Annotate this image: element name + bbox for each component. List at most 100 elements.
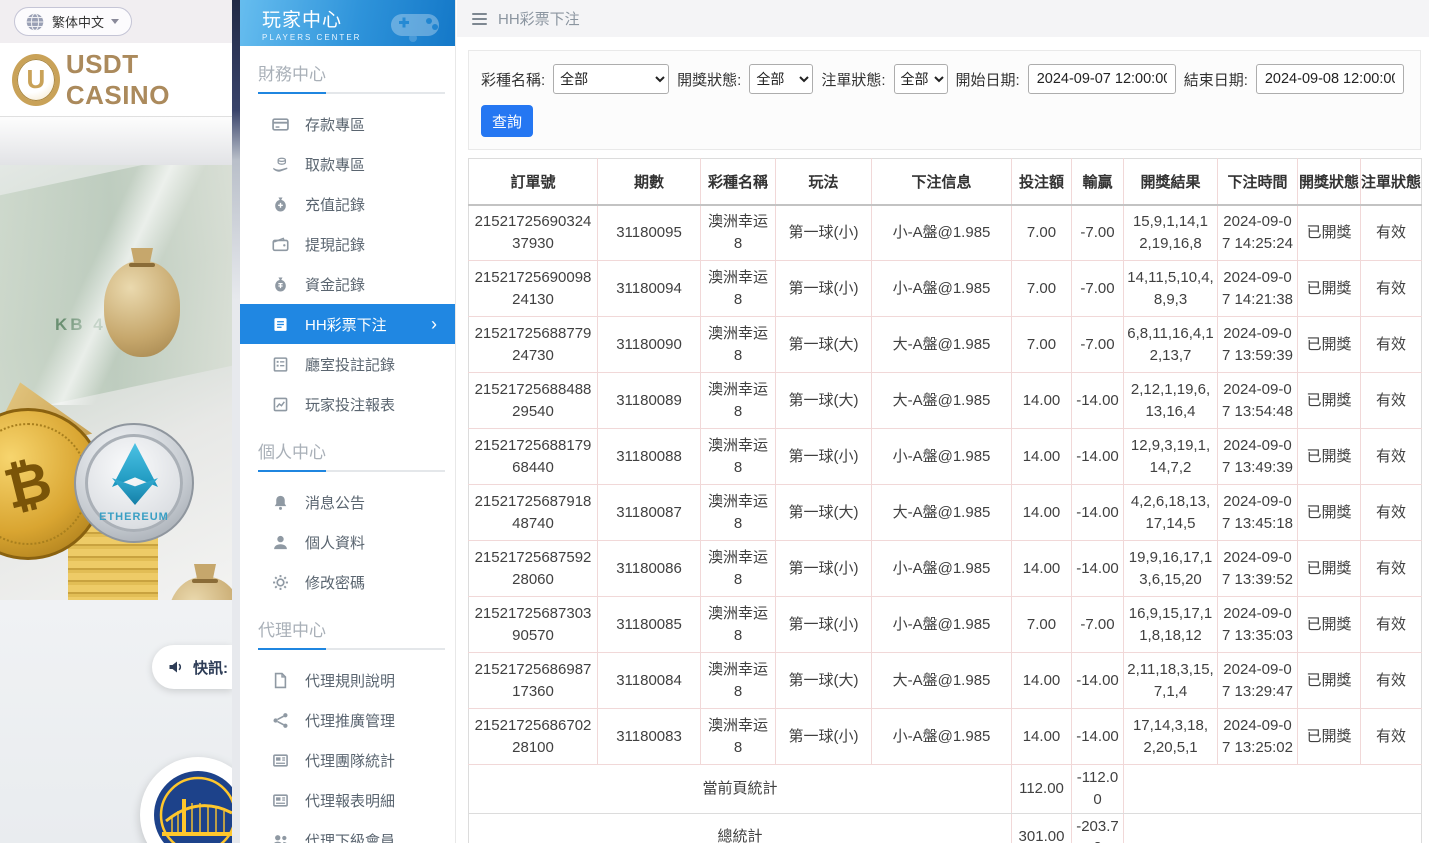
sidebar-item-funds-bag[interactable]: 資金記錄 (240, 264, 455, 304)
table-cell: 7.00 (1012, 317, 1072, 373)
end-date-label: 結束日期: (1184, 69, 1248, 90)
end-date-input[interactable] (1256, 64, 1404, 94)
sidebar-section: 代理中心代理規則說明代理推廣管理代理團隊統計代理報表明細代理下級會員 (240, 616, 455, 843)
table-cell: 4,2,6,18,13,17,14,5 (1124, 485, 1218, 541)
table-cell: 第一球(小) (776, 205, 872, 261)
app-root: 繁体中文 U USDT CASINO KB 46279 ₿ (0, 0, 1429, 843)
lottery-name-select[interactable]: 全部 (553, 64, 669, 94)
sidebar-header: 玩家中心 PLAYERS CENTER (240, 0, 455, 46)
ethereum-label: ETHEREUM (76, 511, 192, 523)
table-cell: 有效 (1361, 485, 1422, 541)
table-cell: 有效 (1361, 709, 1422, 765)
sidebar-item-label: 修改密碼 (305, 572, 365, 593)
sidebar-item-agent-members-users[interactable]: 代理下級會員 (240, 820, 455, 843)
table-cell: 已開獎 (1298, 317, 1361, 373)
sidebar-item-recharge-bag[interactable]: 充值記錄 (240, 184, 455, 224)
sidebar-item-deposit-card[interactable]: 存款專區 (240, 104, 455, 144)
table-cell: 有效 (1361, 261, 1422, 317)
sidebar-item-label: 玩家投注報表 (305, 394, 395, 415)
table-cell: 有效 (1361, 429, 1422, 485)
table-header-row: 訂單號期數彩種名稱玩法下注信息投注額輸贏開獎結果下注時間開獎狀態注單狀態 (469, 159, 1422, 205)
sidebar-item-agent-report-detail[interactable]: 代理報表明細 (240, 780, 455, 820)
table-cell: 6,8,11,16,4,12,13,7 (1124, 317, 1218, 373)
sidebar-item-agent-rules-doc[interactable]: 代理規則說明 (240, 660, 455, 700)
table-cell: 大-A盤@1.985 (872, 373, 1012, 429)
promo-banner-image: KB 46279 ₿ ETHEREUM (0, 165, 232, 600)
table-cell: 小-A盤@1.985 (872, 709, 1012, 765)
table-cell: -7.00 (1072, 597, 1124, 653)
room-bet-record-icon (272, 356, 289, 373)
table-cell: 14.00 (1012, 709, 1072, 765)
table-cell: 2024-09-07 14:21:38 (1218, 261, 1298, 317)
table-cell: 澳洲幸运8 (701, 709, 776, 765)
table-row: 215217256887792473031180090澳洲幸运8第一球(大)大-… (469, 317, 1422, 373)
language-selector[interactable]: 繁体中文 (14, 7, 132, 36)
sidebar-item-room-bet-record[interactable]: 廳室投註記錄 (240, 344, 455, 384)
sidebar-item-password-gear[interactable]: 修改密碼 (240, 562, 455, 602)
start-date-input[interactable] (1028, 64, 1176, 94)
draw-status-select[interactable]: 全部 (749, 64, 813, 94)
money-bag-graphic (104, 261, 180, 357)
table-cell: 第一球(小) (776, 429, 872, 485)
table-cell: 31180083 (598, 709, 701, 765)
sidebar-item-lottery-bet[interactable]: HH彩票下注› (240, 304, 455, 344)
column-header: 彩種名稱 (701, 159, 776, 205)
globe-icon (25, 12, 45, 32)
table-cell: 2152172568877924730 (469, 317, 598, 373)
agent-members-users-icon (272, 832, 289, 843)
table-cell: 已開獎 (1298, 541, 1361, 597)
table-cell: 澳洲幸运8 (701, 373, 776, 429)
table-cell: 2024-09-07 13:54:48 (1218, 373, 1298, 429)
query-button[interactable]: 查詢 (481, 105, 533, 137)
table-cell: 2152172568698717360 (469, 653, 598, 709)
table-cell: 2152172568759228060 (469, 541, 598, 597)
sidebar-section-title: 財務中心 (258, 60, 437, 85)
floating-service-badge[interactable] (140, 757, 232, 843)
summary-row: 當前頁統計112.00-112.00 (469, 765, 1422, 814)
table-cell: 小-A盤@1.985 (872, 205, 1012, 261)
sidebar-item-label: 代理下級會員 (305, 830, 395, 843)
order-status-select[interactable]: 全部 (894, 64, 948, 94)
sidebar-item-player-report[interactable]: 玩家投注報表 (240, 384, 455, 424)
sidebar-item-label: 代理團隊統計 (305, 750, 395, 771)
table-cell: 14.00 (1012, 485, 1072, 541)
sidebar-item-label: 取款專區 (305, 154, 365, 175)
table-cell: 31180090 (598, 317, 701, 373)
chevron-right-icon: › (431, 315, 437, 333)
sidebar-section: 財務中心存款專區取款專區充值記錄提現記錄資金記錄HH彩票下注› 廳室投註記錄玩家投… (240, 60, 455, 424)
table-row: 215217256875922806031180086澳洲幸运8第一球(小)小-… (469, 541, 1422, 597)
summary-bet-total: 301.00 (1012, 813, 1072, 843)
sidebar-item-withdraw-hand[interactable]: 取款專區 (240, 144, 455, 184)
table-cell: -14.00 (1072, 485, 1124, 541)
sidebar-section: 個人中心消息公告個人資料修改密碼 (240, 438, 455, 602)
gamepad-icon (385, 4, 445, 46)
start-date-label: 開始日期: (956, 69, 1020, 90)
table-cell: 澳洲幸运8 (701, 205, 776, 261)
speaker-icon (168, 659, 185, 675)
profile-user-icon (272, 534, 289, 551)
sidebar-item-label: 充值記錄 (305, 194, 365, 215)
agent-promo-share-icon (272, 712, 289, 729)
table-cell: -7.00 (1072, 205, 1124, 261)
table-cell: 大-A盤@1.985 (872, 317, 1012, 373)
table-cell: 2024-09-07 13:35:03 (1218, 597, 1298, 653)
table-cell: -14.00 (1072, 429, 1124, 485)
ticker-label: 快訊: (193, 657, 228, 678)
sidebar-item-agent-promo-share[interactable]: 代理推廣管理 (240, 700, 455, 740)
table-cell: 2,11,18,3,15,7,1,4 (1124, 653, 1218, 709)
menu-icon[interactable] (472, 13, 487, 25)
password-gear-icon (272, 574, 289, 591)
table-cell: 小-A盤@1.985 (872, 261, 1012, 317)
table-cell: 2024-09-07 13:25:02 (1218, 709, 1298, 765)
table-cell: 小-A盤@1.985 (872, 429, 1012, 485)
column-header: 訂單號 (469, 159, 598, 205)
deposit-card-icon (272, 116, 289, 133)
table-cell: 7.00 (1012, 205, 1072, 261)
sidebar-item-label: 廳室投註記錄 (305, 354, 395, 375)
brand-bar: U USDT CASINO (0, 43, 232, 116)
table-cell: 已開獎 (1298, 429, 1361, 485)
sidebar-item-withdraw-wallet[interactable]: 提現記錄 (240, 224, 455, 264)
sidebar-item-announcement-bell[interactable]: 消息公告 (240, 482, 455, 522)
sidebar-item-agent-team-stats[interactable]: 代理團隊統計 (240, 740, 455, 780)
sidebar-item-profile-user[interactable]: 個人資料 (240, 522, 455, 562)
